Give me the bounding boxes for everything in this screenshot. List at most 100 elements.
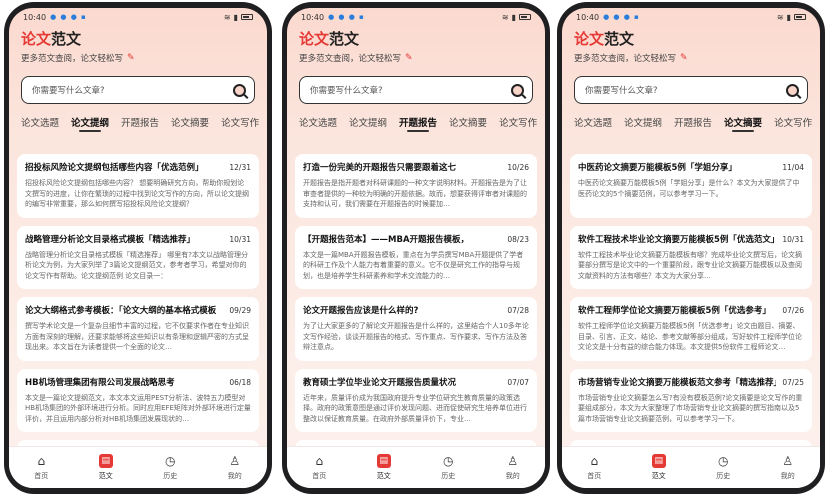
nav-home[interactable]: ⌂ 首页 xyxy=(294,454,344,481)
app-screen: 10:40 ● ● ● ▪ ≋ ▮ 论文范文 更多范文查阅，论文轻松写 ✎ 你需… xyxy=(287,8,545,488)
tab-3[interactable]: 开题报告 xyxy=(399,115,437,139)
signal-icon: ▮ xyxy=(511,12,516,22)
tab-3[interactable]: 开题报告 xyxy=(674,115,712,139)
status-bar: 10:40 ● ● ● ▪ ≋ ▮ xyxy=(562,8,820,26)
nav-label: 范文 xyxy=(376,472,391,480)
status-bar: 10:40 ● ● ● ▪ ≋ ▮ xyxy=(287,8,545,26)
nav-profile[interactable]: ♙ 我的 xyxy=(210,454,260,481)
article-list: 打造一份完美的开题报告只需要跟着这七 10/26 开题报告是指开题者对科研课题的一种… xyxy=(287,154,545,446)
nav-essays[interactable]: ▤ 范文 xyxy=(359,454,409,481)
pen-icon: ✎ xyxy=(680,53,688,63)
tab-5[interactable]: 论文写作 xyxy=(499,115,537,139)
search-icon[interactable] xyxy=(233,83,246,97)
article-card[interactable]: 论文开题报告应该是什么样的? 07/28 为了让大家更多的了解论文开题报告是什么样的… xyxy=(295,297,537,361)
search-icon[interactable] xyxy=(511,83,524,97)
battery-icon xyxy=(519,14,531,20)
search-input[interactable]: 你需要写什么文章? xyxy=(299,76,533,104)
tab-1[interactable]: 论文选题 xyxy=(299,115,337,139)
nav-label: 我的 xyxy=(505,472,520,480)
article-date: 08/23 xyxy=(507,234,529,244)
nav-label: 首页 xyxy=(312,472,327,480)
search-icon[interactable] xyxy=(786,83,799,97)
article-card[interactable]: 教育硕士学位毕业论文开题报告质量状况 07/07 近年来，质量评价成为我国政府提升专… xyxy=(295,368,537,432)
article-summary: 软件工程技术毕业论文摘要万能模板有哪？完成毕业论文撰写后，论文摘要部分撰写是论文… xyxy=(578,250,802,280)
page-title: 论文范文 xyxy=(21,30,82,48)
profile-icon: ♙ xyxy=(782,454,794,468)
article-date: 06/18 xyxy=(229,377,251,387)
profile-icon: ♙ xyxy=(229,454,241,468)
article-date: 07/25 xyxy=(782,377,804,387)
nav-essays[interactable]: ▤ 范文 xyxy=(634,454,684,481)
status-time: 10:40 xyxy=(301,12,325,22)
page-subtitle: 更多范文查阅，论文轻松写 ✎ xyxy=(21,53,135,64)
page-header: 论文范文 更多范文查阅，论文轻松写 ✎ xyxy=(562,26,820,64)
nav-profile[interactable]: ♙ 我的 xyxy=(488,454,538,481)
tab-4[interactable]: 论文摘要 xyxy=(724,115,762,139)
page-header: 论文范文 更多范文查阅，论文轻松写 ✎ xyxy=(287,26,545,64)
article-summary: 市场营销专业论文摘要怎么写?有没有模板范例?论文摘要是论文写作的重要组成部分，本… xyxy=(578,393,803,423)
article-title: 软件工程师学位论文摘要万能模板5例「优选参考」 xyxy=(578,306,771,316)
pen-icon: ✎ xyxy=(127,53,135,63)
bottom-nav: ⌂ 首页 ▤ 范文 ◷ 历史 ♙ 我的 xyxy=(9,446,267,488)
tab-4[interactable]: 论文摘要 xyxy=(449,115,487,139)
tab-5[interactable]: 论文写作 xyxy=(774,115,812,139)
article-card[interactable]: 论文大纲格式参考模板：「论文大纲的基本格式模板 09/29 撰写学术论文是一个复杂且… xyxy=(17,297,259,361)
search-input[interactable]: 你需要写什么文章? xyxy=(21,76,255,104)
article-card[interactable]: HB机场管理集团有限公司发展战略思考 06/18 本文是一篇论文提纲范文，本文本文运… xyxy=(17,368,259,432)
phone-frame: 10:40 ● ● ● ▪ ≋ ▮ 论文范文 更多范文查阅，论文轻松写 ✎ 你需… xyxy=(557,2,825,494)
tab-5[interactable]: 论文写作 xyxy=(221,115,259,139)
article-summary: 为了让大家更多的了解论文开题报告是什么样的，这里结合个人10多年论文写作经验，谈… xyxy=(303,322,529,351)
essays-icon: ▤ xyxy=(651,454,666,468)
article-card[interactable]: 软件工程师学位论文摘要万能模板5例「优选参考」 07/26 软件工程师学位论文摘要万… xyxy=(570,297,812,361)
nav-history[interactable]: ◷ 历史 xyxy=(423,454,473,481)
battery-icon xyxy=(794,14,806,20)
article-title: 市场营销专业论文摘要万能模板范文参考「精选推荐」 xyxy=(578,377,777,388)
article-card[interactable]: 打造一份完美的开题报告只需要跟着这七 10/26 开题报告是指开题者对科研课题的一种… xyxy=(295,154,537,218)
search-input[interactable]: 你需要写什么文章? xyxy=(574,76,808,104)
wifi-icon: ≋ xyxy=(223,12,231,22)
essays-icon: ▤ xyxy=(376,454,391,468)
nav-home[interactable]: ⌂ 首页 xyxy=(569,454,619,481)
nav-home[interactable]: ⌂ 首页 xyxy=(16,454,66,481)
history-icon: ◷ xyxy=(443,454,454,468)
tab-4[interactable]: 论文摘要 xyxy=(171,115,209,139)
page-subtitle: 更多范文查阅，论文轻松写 ✎ xyxy=(299,53,413,64)
article-card[interactable]: 【开题报告范本】——MBA开题报告模板， 08/23 本文是一篇MBA开题报告模板，… xyxy=(295,225,537,289)
article-card[interactable]: 软件工程技术毕业论文摘要万能模板5例「优选范文」 10/31 软件工程技术毕业论文摘… xyxy=(570,225,812,289)
notification-icons: ● ● ● ▪ xyxy=(603,13,640,21)
nav-history[interactable]: ◷ 历史 xyxy=(145,454,195,481)
bottom-nav: ⌂ 首页 ▤ 范文 ◷ 历史 ♙ 我的 xyxy=(562,446,820,488)
article-title: 战略管理分析论文目录格式模板「精选推荐」 xyxy=(25,234,196,245)
signal-icon: ▮ xyxy=(786,12,791,22)
nav-label: 我的 xyxy=(780,472,795,480)
tab-2[interactable]: 论文提纲 xyxy=(349,115,387,139)
nav-profile[interactable]: ♙ 我的 xyxy=(763,454,813,481)
bottom-nav: ⌂ 首页 ▤ 范文 ◷ 历史 ♙ 我的 xyxy=(287,446,545,488)
article-summary: 本文是一篇论文提纲范文，本文本文运用PEST分析法、波特五力模型对HB机场集团的… xyxy=(25,393,251,423)
article-card[interactable]: 招投标风险论文提纲包括哪些内容「优选范例」 12/31 招投标风险论文提纲包括哪些内… xyxy=(17,154,259,218)
article-card[interactable]: 中医药论文摘要万能模板5例「学姐分享」 11/04 中医药论文摘要万能模板5例「学姐… xyxy=(570,154,812,218)
tab-3[interactable]: 开题报告 xyxy=(121,115,159,139)
nav-history[interactable]: ◷ 历史 xyxy=(698,454,748,481)
nav-essays[interactable]: ▤ 范文 xyxy=(81,454,131,481)
tab-2[interactable]: 论文提纲 xyxy=(624,115,662,139)
article-date: 11/04 xyxy=(782,163,804,172)
phone-frame: 10:40 ● ● ● ▪ ≋ ▮ 论文范文 更多范文查阅，论文轻松写 ✎ 你需… xyxy=(282,2,550,494)
search-placeholder: 你需要写什么文章? xyxy=(310,86,383,96)
notification-icons: ● ● ● ▪ xyxy=(50,13,87,21)
page-header: 论文范文 更多范文查阅，论文轻松写 ✎ xyxy=(9,26,267,64)
tab-1[interactable]: 论文选题 xyxy=(21,115,59,139)
article-summary: 近年来，质量评价成为我国政府提升专业学位研究生教育质量的政策选择。政府的政策意图… xyxy=(303,393,527,423)
wifi-icon: ≋ xyxy=(501,12,509,22)
page-title: 论文范文 xyxy=(299,30,360,48)
tab-2[interactable]: 论文提纲 xyxy=(71,115,109,139)
tab-1[interactable]: 论文选题 xyxy=(574,115,612,139)
article-card[interactable]: 战略管理分析论文目录格式模板「精选推荐」 10/31 战略管理分析论文目录格式模板「… xyxy=(17,225,259,289)
article-card[interactable]: 市场营销专业论文摘要万能模板范文参考「精选推荐」 07/25 市场营销专业论文摘要怎… xyxy=(570,368,812,432)
article-date: 07/26 xyxy=(782,306,804,315)
phone-frame: 10:40 ● ● ● ▪ ≋ ▮ 论文范文 更多范文查阅，论文轻松写 ✎ 你需… xyxy=(4,2,272,494)
wifi-icon: ≋ xyxy=(776,12,784,22)
search-placeholder: 你需要写什么文章? xyxy=(585,86,658,96)
article-summary: 中医药论文摘要万能模板5例「学姐分享」是什么？本文为大家提供了中医药论文的5个摘… xyxy=(578,179,800,198)
article-title: 打造一份完美的开题报告只需要跟着这七 xyxy=(303,163,457,173)
